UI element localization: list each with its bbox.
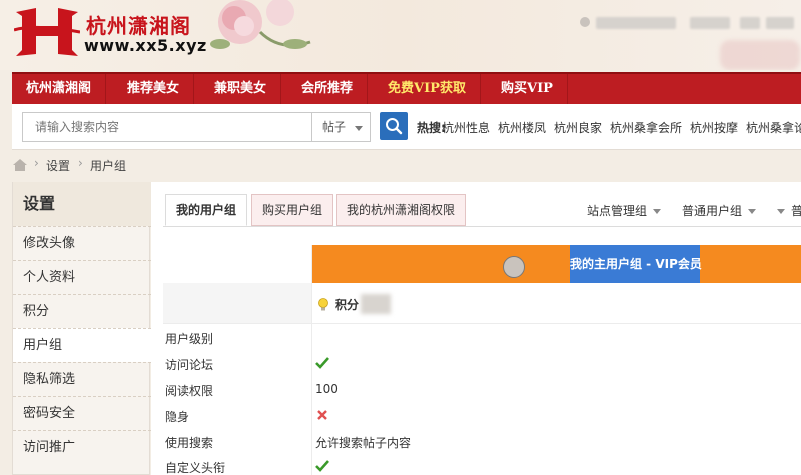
checkmark-icon (315, 357, 329, 369)
search-scope-label: 帖子 (322, 120, 347, 134)
site-header: 杭州潇湘阁 www.xx5.xyz (0, 0, 801, 70)
tab-buy-usergroup[interactable]: 购买用户组 (251, 194, 334, 226)
row-value: 允许搜索帖子内容 (315, 436, 412, 450)
row-label: 用户级别 (165, 332, 214, 346)
blurred-link (740, 17, 760, 29)
tab-divider (163, 226, 801, 227)
breadcrumb: › 设置 › 用户组 (12, 154, 412, 176)
search-button[interactable] (380, 112, 408, 140)
sidebar-item-avatar[interactable]: 修改头像 (13, 226, 151, 260)
blurred-link (690, 17, 730, 29)
tab-label: 普通 (791, 204, 801, 218)
points-label: 积分 (335, 298, 360, 312)
lightbulb-icon (318, 298, 328, 311)
nav-item-buy-vip[interactable]: 购买VIP (487, 74, 568, 104)
breadcrumb-item[interactable]: 设置 (46, 157, 70, 174)
tab-label: 站点管理组 (587, 204, 648, 218)
notification-bubble (720, 40, 800, 70)
hot-search-link[interactable]: 杭州桑拿论 (746, 119, 801, 136)
cross-icon (317, 410, 327, 420)
tab-label: 普通用户组 (682, 204, 743, 218)
row-divider (163, 323, 801, 324)
chevron-down-icon (777, 209, 785, 214)
nav-item-home[interactable]: 杭州潇湘阁 (12, 74, 107, 104)
row-label: 隐身 (165, 410, 190, 424)
checkmark-icon (315, 460, 329, 472)
nav-item-recommend[interactable]: 推荐美女 (113, 74, 195, 104)
tab-my-permissions[interactable]: 我的杭州潇湘阁权限 (336, 194, 467, 226)
hot-search-link[interactable]: 杭州性息 (442, 119, 490, 136)
main-content: 我的用户组 购买用户组 我的杭州潇湘阁权限 站点管理组 普通用户组 普通 我的主… (151, 182, 801, 475)
search-icon (386, 118, 403, 135)
nav-item-parttime[interactable]: 兼职美女 (200, 74, 282, 104)
hot-search-link[interactable]: 杭州桑拿会所 (610, 119, 682, 136)
nav-item-free-vip[interactable]: 免费VIP获取 (374, 74, 481, 104)
column-divider (311, 245, 312, 475)
flower-decoration-icon (210, 0, 311, 49)
main-usergroup-label: 我的主用户组 - VIP会员 (570, 245, 702, 283)
breadcrumb-separator-icon: › (34, 156, 39, 170)
search-input[interactable] (22, 112, 312, 142)
label-column-bg (163, 283, 311, 323)
hot-search-link[interactable]: 杭州按摩 (690, 119, 738, 136)
row-label: 自定义头衔 (165, 461, 226, 475)
home-icon[interactable] (12, 158, 28, 172)
chevron-down-icon (653, 209, 662, 214)
site-title[interactable]: 杭州潇湘阁 (86, 10, 191, 39)
breadcrumb-separator-icon: › (78, 156, 83, 170)
breadcrumb-item[interactable]: 用户组 (90, 157, 126, 174)
blurred-username (596, 17, 676, 29)
blurred-points-value (361, 294, 391, 314)
tab-site-admin-group[interactable]: 站点管理组 (587, 202, 662, 219)
settings-sidebar: 设置 修改头像 个人资料 积分 用户组 隐私筛选 密码安全 访问推广 (12, 182, 151, 475)
tab-my-usergroup[interactable]: 我的用户组 (165, 194, 248, 226)
row-label: 使用搜索 (165, 436, 214, 450)
search-scope-select[interactable]: 帖子 (311, 112, 371, 142)
main-nav: 杭州潇湘阁 推荐美女 兼职美女 会所推荐 免费VIP获取 购买VIP (12, 72, 801, 104)
hot-search-link[interactable]: 杭州良家 (554, 119, 602, 136)
row-label: 阅读权限 (165, 384, 214, 398)
group-icon (503, 256, 525, 278)
sidebar-item-profile[interactable]: 个人资料 (13, 260, 151, 294)
search-bar: 帖子 热搜: 杭州性息 杭州楼凤 杭州良家 杭州桑拿会所 杭州按摩 杭州桑拿论 (12, 104, 801, 150)
row-value: 100 (315, 382, 338, 396)
user-info-area[interactable] (580, 14, 800, 34)
nav-item-club[interactable]: 会所推荐 (287, 74, 369, 104)
sidebar-item-usergroup[interactable]: 用户组 (13, 328, 151, 362)
sidebar-title: 设置 (13, 182, 151, 226)
user-avatar[interactable] (580, 17, 590, 27)
sidebar-item-privacy[interactable]: 隐私筛选 (13, 362, 151, 396)
chevron-down-icon (748, 209, 757, 214)
tab-normal-more[interactable]: 普通 (777, 202, 801, 219)
hot-search-link[interactable]: 杭州楼凤 (498, 119, 546, 136)
site-url[interactable]: www.xx5.xyz (84, 36, 207, 55)
decorative-calligraphy (340, 2, 420, 42)
sidebar-item-points[interactable]: 积分 (13, 294, 151, 328)
sidebar-item-promotion[interactable]: 访问推广 (13, 430, 151, 464)
row-label: 访问论坛 (165, 358, 214, 372)
blurred-link (766, 17, 794, 29)
sidebar-item-password[interactable]: 密码安全 (13, 396, 151, 430)
tab-normal-usergroup[interactable]: 普通用户组 (682, 202, 757, 219)
chevron-down-icon (355, 126, 363, 131)
logo-h-icon[interactable] (14, 6, 80, 58)
group-header-band (311, 245, 801, 283)
